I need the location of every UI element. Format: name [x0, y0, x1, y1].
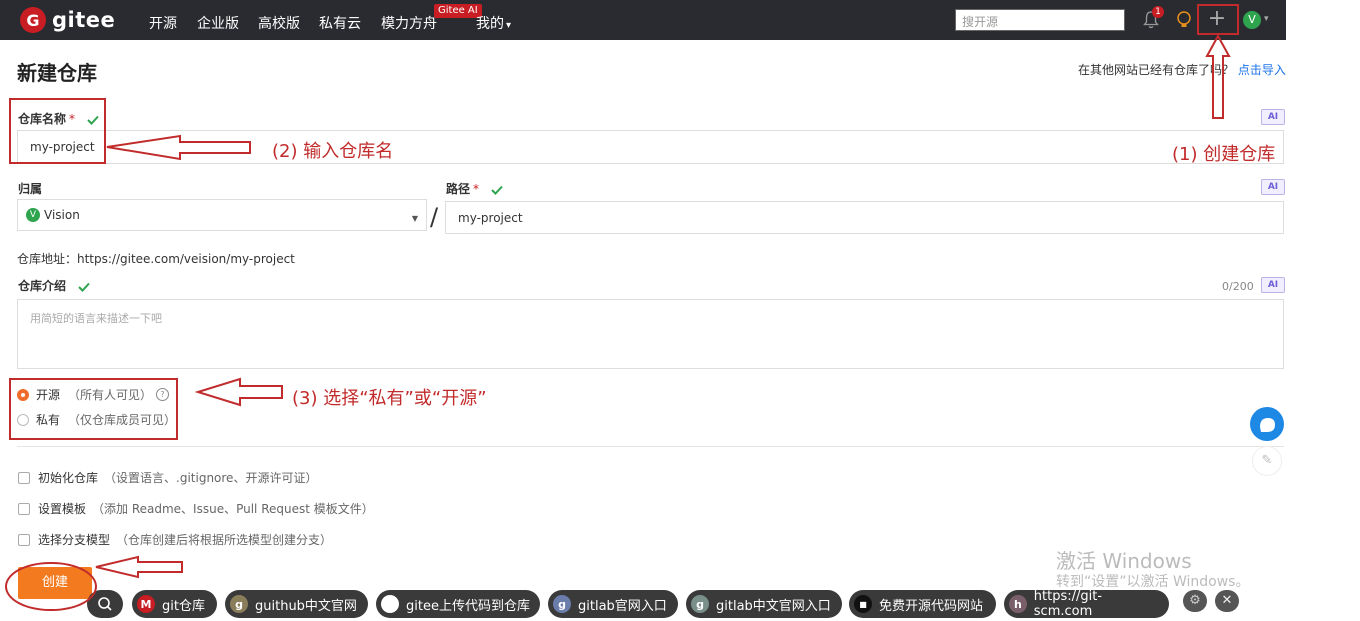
annotation-step1: (1) 创建仓库	[1172, 144, 1276, 165]
arrow-left-create	[95, 555, 183, 579]
arrow-left-visibility	[194, 377, 283, 407]
annotation-step2: (2) 输入仓库名	[272, 141, 394, 162]
annotation-arrows	[95, 33, 1231, 579]
annotation-step3: (3) 选择“私有”或“开源”	[292, 388, 487, 409]
arrow-left-name	[106, 134, 251, 161]
arrow-up-create	[1205, 33, 1231, 119]
